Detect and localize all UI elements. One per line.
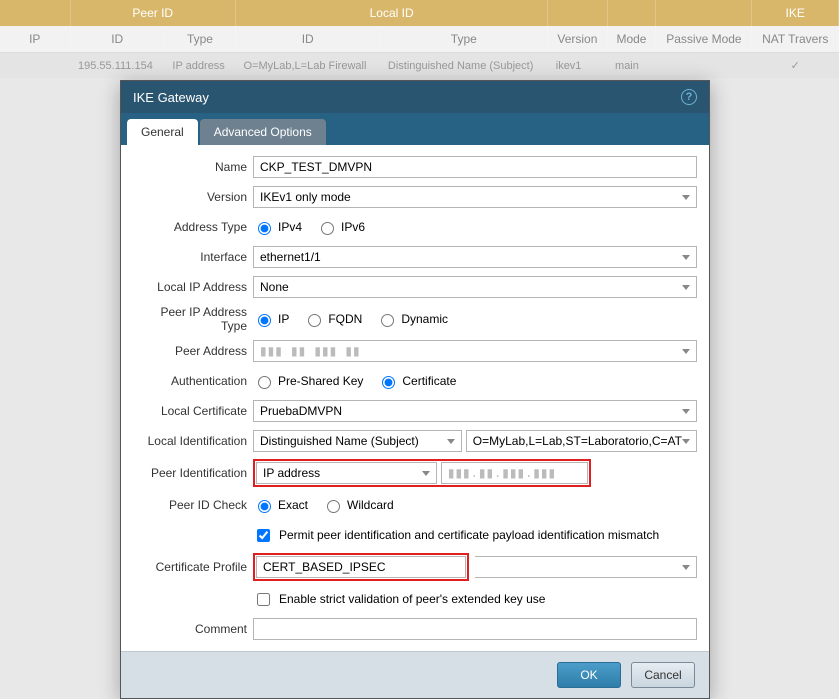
chevron-down-icon	[682, 255, 690, 260]
local-id-value-select[interactable]: O=MyLab,L=Lab,ST=Laboratorio,C=AT	[466, 430, 697, 452]
radio-peer-fqdn[interactable]: FQDN	[303, 311, 362, 327]
local-id-type-select[interactable]: Distinguished Name (Subject)	[253, 430, 462, 452]
peer-id-type-select[interactable]: IP address	[256, 462, 437, 484]
background-table: Peer ID Local ID IKE IP ID Type ID Type …	[0, 0, 839, 78]
permit-mismatch-checkbox[interactable]	[257, 529, 270, 542]
label-local-identification: Local Identification	[133, 434, 253, 448]
cancel-button[interactable]: Cancel	[631, 662, 695, 688]
peer-address-select[interactable]: ▮▮▮ ▮▮ ▮▮▮ ▮▮	[253, 340, 697, 362]
tab-general[interactable]: General	[127, 119, 198, 145]
ike-gateway-dialog: IKE Gateway ? General Advanced Options N…	[120, 80, 710, 699]
chevron-down-icon	[422, 471, 430, 476]
dialog-title: IKE Gateway	[133, 90, 209, 105]
local-ip-select[interactable]: None	[253, 276, 697, 298]
form-body: Name Version IKEv1 only mode Address Typ…	[121, 145, 709, 651]
strict-validation-checkbox[interactable]	[257, 593, 270, 606]
name-input[interactable]	[253, 156, 697, 178]
chevron-down-icon	[682, 565, 690, 570]
label-local-ip: Local IP Address	[133, 280, 253, 294]
label-peer-address: Peer Address	[133, 344, 253, 358]
dialog-header: IKE Gateway ?	[121, 81, 709, 113]
permit-mismatch-label: Permit peer identification and certifica…	[279, 528, 659, 542]
label-name: Name	[133, 160, 253, 174]
help-icon[interactable]: ?	[681, 89, 697, 105]
radio-ipv4[interactable]: IPv4	[253, 219, 302, 235]
local-certificate-select[interactable]: PruebaDMVPN	[253, 400, 697, 422]
label-address-type: Address Type	[133, 220, 253, 234]
version-select[interactable]: IKEv1 only mode	[253, 186, 697, 208]
chevron-down-icon	[682, 409, 690, 414]
chevron-down-icon	[682, 349, 690, 354]
tab-advanced-options[interactable]: Advanced Options	[200, 119, 326, 145]
label-certificate-profile: Certificate Profile	[133, 560, 253, 574]
table-row[interactable]: 195.55.111.154 IP address O=MyLab,L=Lab …	[0, 53, 839, 79]
label-version: Version	[133, 190, 253, 204]
label-interface: Interface	[133, 250, 253, 264]
chevron-down-icon	[682, 285, 690, 290]
label-peer-id-check: Peer ID Check	[133, 498, 253, 512]
radio-psk[interactable]: Pre-Shared Key	[253, 373, 363, 389]
radio-ipv6[interactable]: IPv6	[316, 219, 365, 235]
chevron-down-icon	[447, 439, 455, 444]
certificate-profile-select[interactable]: CERT_BASED_IPSEC	[256, 556, 466, 578]
radio-peer-dynamic[interactable]: Dynamic	[376, 311, 448, 327]
radio-peer-ip[interactable]: IP	[253, 311, 289, 327]
label-peer-ip-type: Peer IP Address Type	[133, 305, 253, 333]
chevron-down-icon	[682, 195, 690, 200]
tab-strip: General Advanced Options	[121, 113, 709, 145]
chevron-down-icon	[682, 439, 690, 444]
label-authentication: Authentication	[133, 374, 253, 388]
peer-id-highlight: IP address	[253, 459, 591, 487]
radio-certificate[interactable]: Certificate	[377, 373, 456, 389]
ok-button[interactable]: OK	[557, 662, 621, 688]
peer-id-value-input[interactable]	[441, 462, 588, 484]
interface-select[interactable]: ethernet1/1	[253, 246, 697, 268]
radio-exact[interactable]: Exact	[253, 497, 308, 513]
radio-wildcard[interactable]: Wildcard	[322, 497, 394, 513]
dialog-footer: OK Cancel	[121, 651, 709, 698]
strict-validation-label: Enable strict validation of peer's exten…	[279, 592, 545, 606]
label-peer-identification: Peer Identification	[133, 466, 253, 480]
label-comment: Comment	[133, 622, 253, 636]
comment-input[interactable]	[253, 618, 697, 640]
label-local-certificate: Local Certificate	[133, 404, 253, 418]
check-icon: ✓	[752, 53, 839, 79]
certificate-profile-dropdown[interactable]	[475, 556, 698, 578]
cert-profile-highlight: CERT_BASED_IPSEC	[253, 553, 469, 581]
